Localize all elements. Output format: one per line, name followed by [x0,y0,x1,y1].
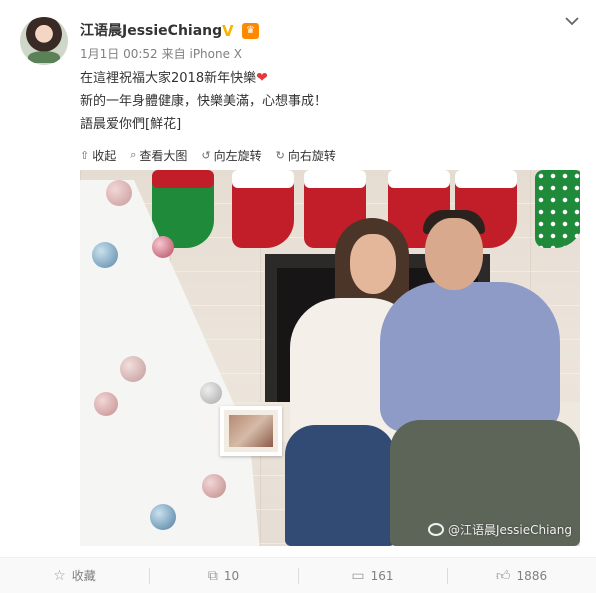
action-bar: ☆ 收藏 ⧉ 10 ▭ 161 👍︎ 1886 [0,557,596,593]
favorite-button[interactable]: ☆ 收藏 [0,558,149,593]
stocking [535,170,580,248]
ornament [152,236,174,258]
post-line-2: 新的一年身體健康，快樂美滿，心想事成！ [80,94,328,109]
post-line-3: 語晨爱你們[鮮花] [80,117,182,132]
ornament [202,474,226,498]
source-label: 来自 iPhone X [161,47,243,61]
avatar[interactable] [20,17,68,65]
repost-icon: ⧉ [207,567,218,584]
weibo-post-card: 江语晨JessieChiang V ♛ 1月1日 00:52 来自 iPhone … [0,0,596,593]
rotate-left-button[interactable]: ↺ 向左旋转 [201,147,261,164]
rotate-right-icon: ↻ [275,148,285,162]
post-text: 在這裡祝福大家2018新年快樂❤ 新的一年身體健康，快樂美滿，心想事成！ 語晨爱… [80,67,327,136]
ornament [106,180,132,206]
avatar-decoration [28,51,60,63]
rotate-left-icon: ↺ [201,148,211,162]
post-meta: 1月1日 00:52 来自 iPhone X [80,46,242,62]
post-line-1: 在這裡祝福大家2018新年快樂❤ [80,70,268,86]
heart-emoji-icon: ❤ [256,70,268,86]
member-crown-icon[interactable]: ♛ [242,23,259,39]
photo-watermark: @江语晨JessieChiang [427,521,572,538]
magnifier-icon: ⌕ [130,148,137,161]
weibo-logo-icon [427,523,444,536]
image-toolbar: ⇧ 收起 ⌕ 查看大图 ↺ 向左旋转 ↻ 向右旋转 [80,146,336,164]
photo-frame [220,406,282,456]
ornament [200,382,222,404]
view-large-button[interactable]: ⌕ 查看大图 [130,147,187,164]
ornament [94,392,118,416]
like-button[interactable]: 👍︎ 1886 [447,558,596,593]
username-link[interactable]: 江语晨JessieChiang [80,22,222,40]
star-icon: ☆ [53,567,66,584]
chevron-down-icon[interactable] [564,14,580,28]
thumbs-up-icon: 👍︎ [495,568,511,584]
collapse-button[interactable]: ⇧ 收起 [80,147,116,164]
verified-badge-icon[interactable]: V [222,22,234,40]
ornament [150,504,176,530]
arrow-up-icon: ⇧ [80,148,90,162]
post-photo[interactable]: @江语晨JessieChiang [80,170,580,546]
rotate-right-button[interactable]: ↻ 向右旋转 [276,147,336,164]
comment-button[interactable]: ▭ 161 [298,558,447,593]
ornament [92,242,118,268]
repost-button[interactable]: ⧉ 10 [149,558,298,593]
timestamp-link[interactable]: 1月1日 00:52 [80,47,158,61]
ornament [120,356,146,382]
comment-icon: ▭ [351,567,365,584]
stocking [232,170,294,248]
